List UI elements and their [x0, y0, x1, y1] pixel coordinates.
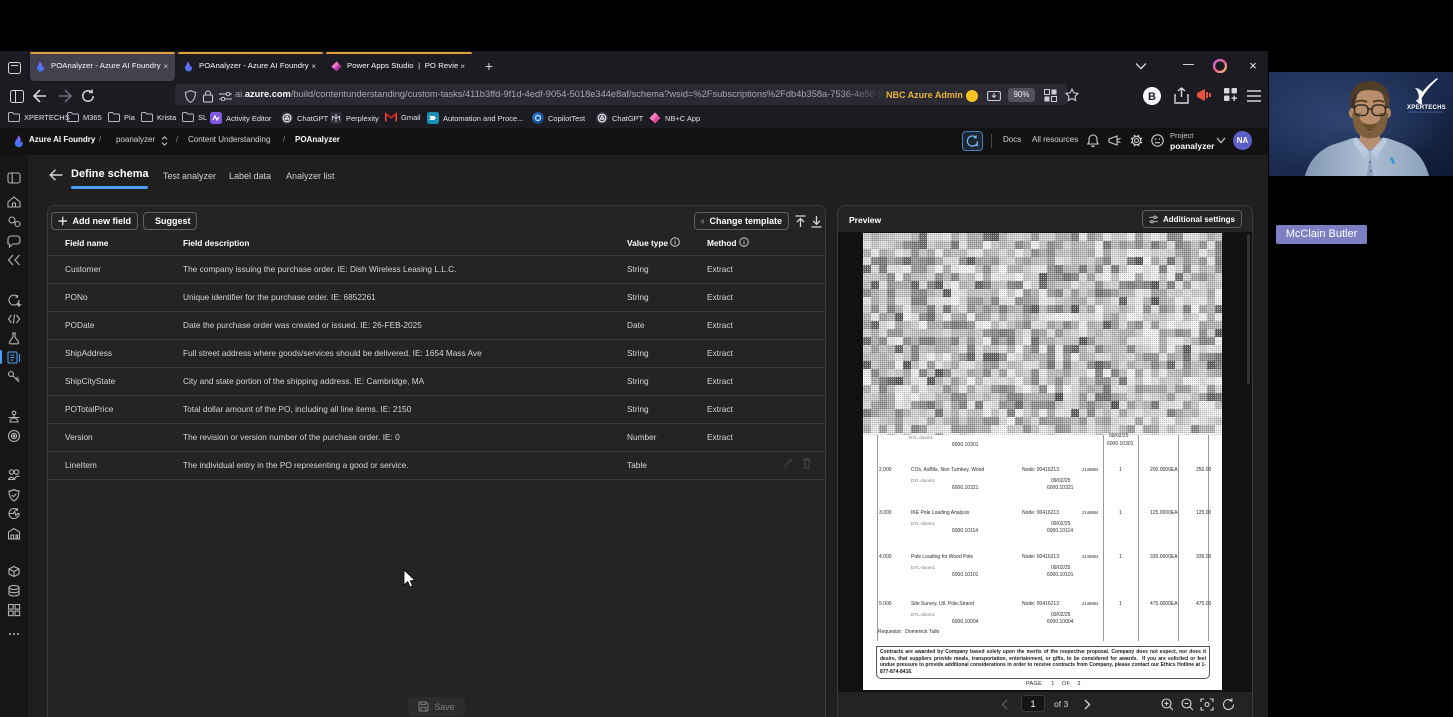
svg-text:B: B [1148, 91, 1156, 103]
svg-text:XPERTECHS: XPERTECHS [1407, 105, 1446, 111]
